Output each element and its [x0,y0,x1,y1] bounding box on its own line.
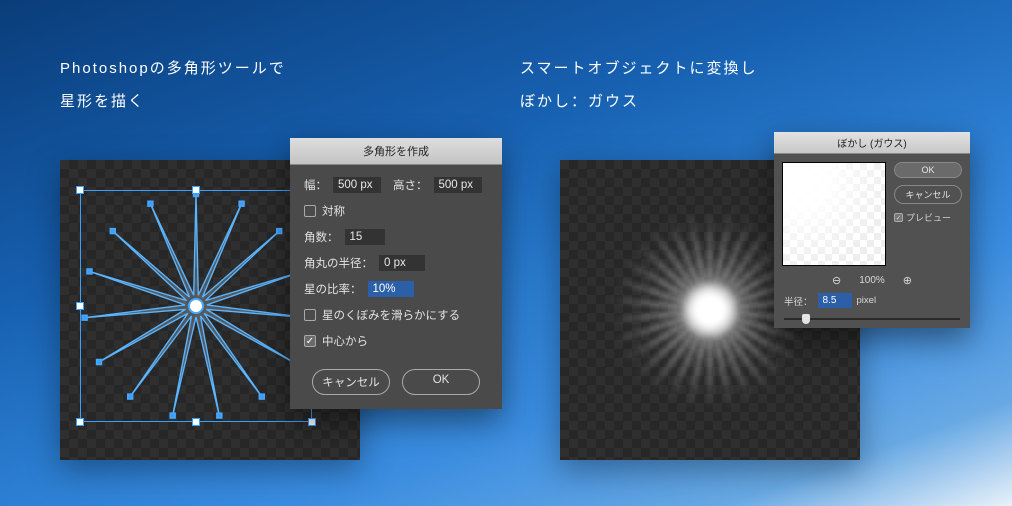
radius-label: 半径： [784,294,813,308]
star-ratio-label: 星の比率： [304,281,362,297]
dialog-title: ぼかし (ガウス) [774,132,970,154]
ok-button[interactable]: OK [402,369,480,395]
symmetric-label: 対称 [322,203,345,219]
corner-radius-label: 角丸の半径： [304,255,373,271]
smooth-indent-label: 星のくぼみを滑らかにする [322,307,460,323]
transform-handle-tl[interactable] [76,186,84,194]
zoom-out-icon[interactable]: ⊖ [832,274,841,287]
transform-handle-br[interactable] [308,418,316,426]
transform-handle-bm[interactable] [192,418,200,426]
gaussian-blur-dialog: ぼかし (ガウス) OK キャンセル ✓ プレビュー ⊖ 100% ⊕ 半径： … [774,132,970,328]
preview-label: プレビュー [906,211,951,224]
dialog-title: 多角形を作成 [290,138,502,165]
sides-field[interactable] [345,229,385,245]
corner-radius-field[interactable] [379,255,425,271]
transform-handle-bl[interactable] [76,418,84,426]
blur-preview-thumbnail[interactable] [782,162,886,266]
radius-slider[interactable] [774,314,970,328]
zoom-percent: 100% [859,275,885,286]
radius-unit: pixel [857,295,877,306]
height-field[interactable] [434,177,482,193]
slider-thumb[interactable] [802,314,810,324]
create-polygon-dialog: 多角形を作成 幅： 高さ： 対称 角数： 角丸の半径： 星の比率： 星のくぼみを… [290,138,502,409]
from-center-label: 中心から [322,333,368,349]
right-caption: スマートオブジェクトに変換し ぼかし：ガウス [520,52,758,118]
ok-button[interactable]: OK [894,162,962,178]
radius-field[interactable] [818,293,852,308]
star-center-anchor[interactable] [189,299,203,313]
symmetric-checkbox[interactable] [304,205,316,217]
from-center-checkbox[interactable]: ✓ [304,335,316,347]
height-label: 高さ： [393,177,428,193]
width-label: 幅： [304,177,327,193]
preview-checkbox[interactable]: ✓ [894,213,903,222]
cancel-button[interactable]: キャンセル [312,369,390,395]
zoom-in-icon[interactable]: ⊕ [903,274,912,287]
sides-label: 角数： [304,229,339,245]
star-ratio-field[interactable] [368,281,414,297]
transform-handle-ml[interactable] [76,302,84,310]
smooth-indent-checkbox[interactable] [304,309,316,321]
width-field[interactable] [333,177,381,193]
star-shape[interactable] [70,180,322,432]
left-caption: Photoshopの多角形ツールで 星形を描く [60,52,286,118]
cancel-button[interactable]: キャンセル [894,185,962,204]
transform-handle-tm[interactable] [192,186,200,194]
